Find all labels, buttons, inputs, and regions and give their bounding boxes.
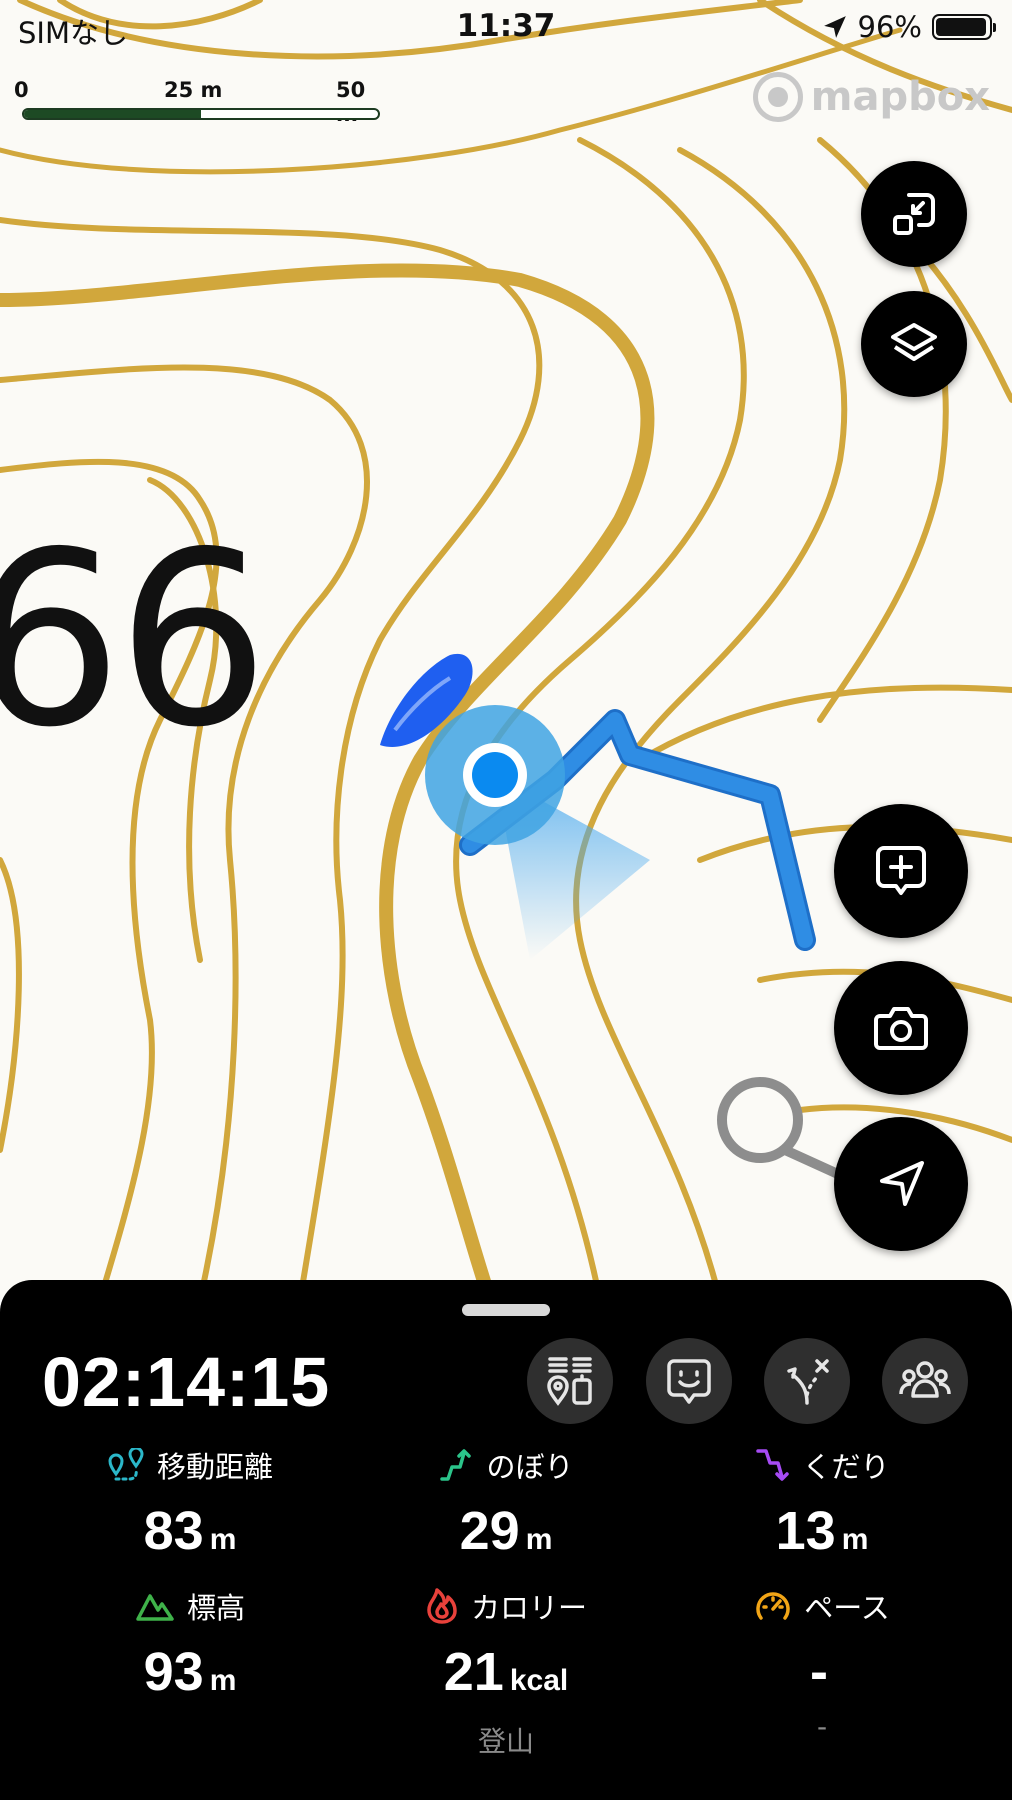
descent-value: 13 [775, 1501, 836, 1561]
status-bar: SIMなし 11:37 96% [0, 0, 1012, 56]
navigation-arrow-icon [880, 1161, 924, 1206]
descent-unit: m [841, 1523, 869, 1556]
elapsed-timer: 02:14:15 [42, 1343, 331, 1421]
group-button[interactable] [882, 1338, 968, 1424]
distance-label: 移動距離 [156, 1450, 273, 1484]
stat-elevation: 標高 93 m [30, 1585, 350, 1703]
speedometer-icon [756, 1592, 790, 1620]
scale-label-25: 25 m [164, 78, 223, 102]
add-comment-icon [876, 846, 926, 895]
distance-route-icon [108, 1448, 144, 1481]
pace-sub-value: - [816, 1710, 828, 1743]
stat-ascent: のぼり 29 m [346, 1444, 666, 1562]
calories-label: カロリー [470, 1591, 587, 1625]
route-branch-icon [787, 1359, 829, 1405]
location-arrow-icon [823, 16, 846, 38]
ascent-value: 29 [459, 1501, 520, 1561]
stat-calories: カロリー 21 kcal [346, 1585, 666, 1703]
comment-button[interactable] [646, 1338, 732, 1424]
elevation-map-label: 66 [0, 500, 269, 780]
mountain-icon [136, 1594, 174, 1621]
distance-markers-icon [547, 1357, 592, 1406]
battery-percent: 96% [857, 10, 922, 44]
shrink-icon [893, 193, 935, 235]
recenter-button[interactable] [834, 1117, 968, 1251]
pace-label: ペース [804, 1591, 890, 1625]
calories-unit: kcal [509, 1664, 569, 1697]
elevation-unit: m [209, 1664, 237, 1697]
ascent-label: のぼり [486, 1450, 574, 1484]
ascent-arrow-icon [440, 1449, 472, 1481]
mapbox-wordmark: mapbox [810, 74, 990, 120]
descent-label: くだり [802, 1450, 890, 1484]
camera-icon [874, 1007, 928, 1050]
layers-button[interactable] [861, 291, 967, 397]
stat-distance: 移動距離 83 m [30, 1444, 350, 1562]
distance-value: 83 [143, 1501, 204, 1561]
group-icon [899, 1361, 951, 1398]
battery-icon [932, 14, 996, 40]
descent-arrow-icon [756, 1449, 790, 1481]
map-view[interactable]: 66 [0, 0, 1012, 1300]
sheet-grabber[interactable] [462, 1304, 550, 1316]
scale-label-0: 0 [14, 78, 29, 102]
pace-value: - [810, 1642, 828, 1702]
add-comment-button[interactable] [834, 804, 968, 938]
mapbox-attribution[interactable]: mapbox [752, 72, 990, 122]
ascent-unit: m [525, 1523, 553, 1556]
distance-markers-button[interactable] [527, 1338, 613, 1424]
route-button[interactable] [764, 1338, 850, 1424]
activity-type: 登山 [477, 1725, 534, 1758]
stat-pace: ペース - [662, 1585, 982, 1703]
mapbox-logo-icon [752, 72, 803, 122]
distance-unit: m [209, 1523, 237, 1556]
layers-icon [891, 323, 937, 361]
activity-panel: 02:14:15 移動距離 83 m のぼり 29 m くだり 13 m 標高 … [0, 1280, 1012, 1800]
flame-icon [427, 1588, 457, 1624]
calories-value: 21 [443, 1642, 504, 1702]
speech-face-icon [667, 1359, 711, 1404]
shrink-map-button[interactable] [861, 161, 967, 267]
elevation-value: 93 [143, 1642, 204, 1702]
scale-bar: 0 25 m 50 m [14, 78, 394, 128]
camera-button[interactable] [834, 961, 968, 1095]
elevation-label: 標高 [186, 1591, 245, 1625]
stat-descent: くだり 13 m [662, 1444, 982, 1562]
